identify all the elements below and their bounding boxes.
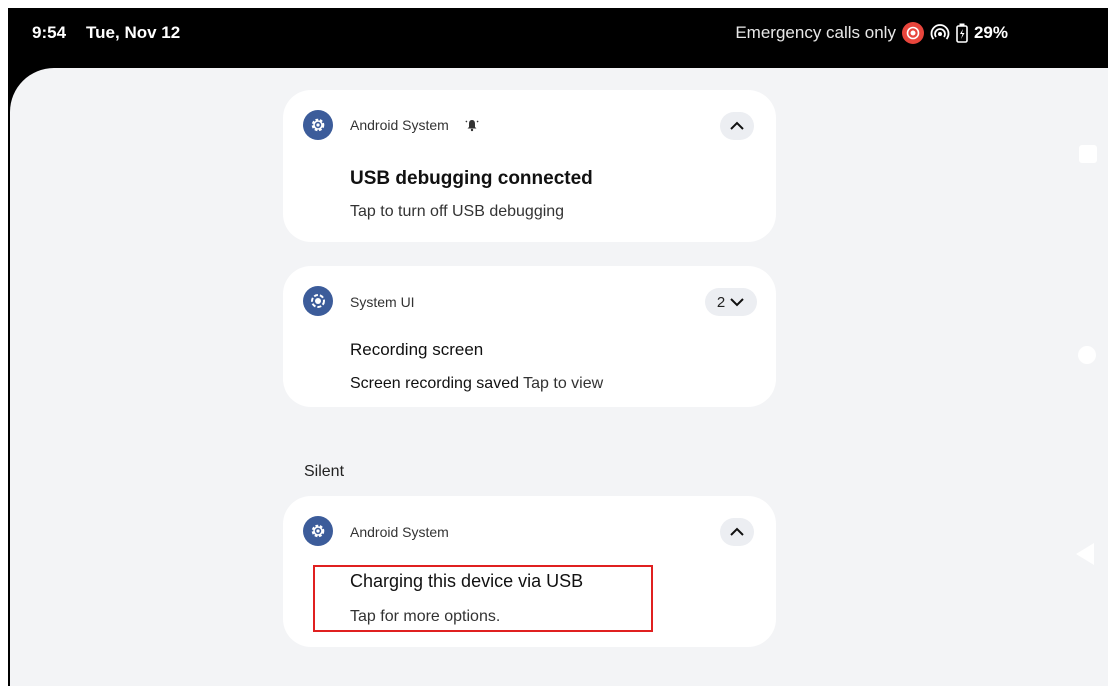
status-right: Emergency calls only 29% [735, 22, 1008, 44]
collapse-button[interactable] [720, 518, 754, 546]
notification-text-rest: Tap to view [523, 375, 604, 392]
notification-title: Recording screen [350, 340, 484, 359]
home-button[interactable] [1078, 346, 1096, 364]
highlight-annotation-box [313, 565, 653, 632]
screen-record-icon [901, 22, 924, 44]
status-time: 9:54 [32, 23, 67, 42]
app-name: Android System [350, 524, 449, 540]
back-button[interactable] [1076, 543, 1094, 565]
status-date: Tue, Nov 12 [86, 23, 181, 42]
status-bar: 9:54 Tue, Nov 12 Emergency calls only 29… [8, 8, 1108, 60]
notification-title: USB debugging connected [350, 168, 593, 189]
app-name: Android System [350, 117, 449, 133]
battery-percent: 29% [973, 23, 1008, 42]
chevron-down-icon [730, 298, 744, 307]
notification-text: Screen recording saved Tap to view [350, 375, 603, 393]
hotspot-icon [930, 24, 950, 42]
silent-section-label: Silent [304, 463, 345, 480]
notification-recording-screen[interactable]: System UI 2 Recording screen Screen reco… [283, 266, 776, 407]
notification-usb-debugging[interactable]: Android System USB debugging connected T… [283, 90, 776, 242]
settings-gear-icon [303, 110, 333, 140]
battery-charging-icon [956, 23, 968, 43]
device-screen: 9:54 Tue, Nov 12 Emergency calls only 29… [8, 8, 1108, 686]
network-status: Emergency calls only [735, 23, 896, 42]
collapse-button[interactable] [720, 112, 754, 140]
chevron-up-icon [730, 121, 744, 130]
notification-count: 2 [716, 293, 726, 311]
status-left: 9:54 Tue, Nov 12 [32, 23, 180, 43]
notification-text-bold: Screen recording saved [350, 375, 519, 392]
settings-gear-icon [303, 516, 333, 546]
expand-group-button[interactable]: 2 [705, 288, 757, 316]
app-name: System UI [350, 294, 415, 310]
alerting-bell-icon [465, 118, 479, 137]
chevron-up-icon [730, 527, 744, 536]
screen-record-icon [303, 286, 333, 316]
notification-text: Tap to turn off USB debugging [350, 203, 565, 220]
recents-button[interactable] [1079, 145, 1097, 163]
